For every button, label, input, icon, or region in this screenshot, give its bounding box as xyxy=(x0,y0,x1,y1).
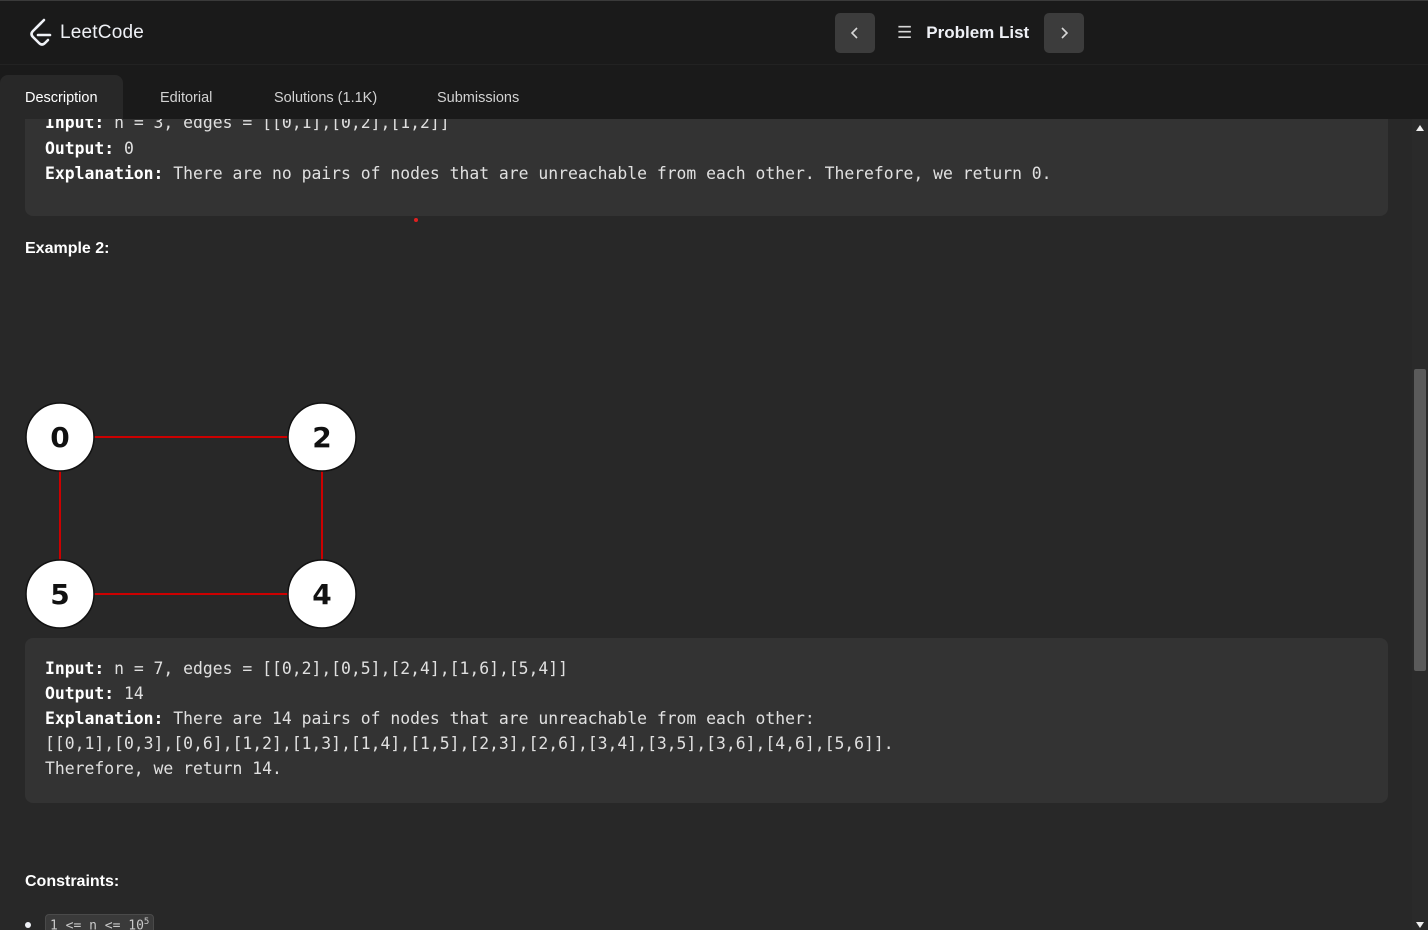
example-2-output-value: 14 xyxy=(114,684,144,703)
top-navigation-bar: LeetCode ☰ Problem List xyxy=(0,0,1428,64)
list-icon: ☰ xyxy=(897,23,913,42)
next-problem-button[interactable] xyxy=(1044,13,1084,53)
problem-tabs: Description Editorial Solutions (1.1K) S… xyxy=(0,64,1428,120)
constraint-text: 1 <= n <= 10 xyxy=(50,918,144,930)
tab-submissions[interactable]: Submissions xyxy=(412,75,544,120)
example-2-output-label: Output: xyxy=(45,684,115,703)
example-2-explanation-line-2: [[0,1],[0,3],[0,6],[1,2],[1,3],[1,4],[1,… xyxy=(45,734,894,753)
logo-text: LeetCode xyxy=(60,22,145,43)
tab-description[interactable]: Description xyxy=(0,75,123,120)
example-1-explanation-label: Explanation: xyxy=(45,164,164,183)
example-2-explanation-label: Explanation: xyxy=(45,709,164,728)
example-2-input-label: Input: xyxy=(45,659,105,678)
problem-list-button[interactable]: ☰ Problem List xyxy=(897,13,1029,53)
example-1-input-label: Input: xyxy=(45,119,105,132)
example-1-box: Input: n = 3, edges = [[0,1],[0,2],[1,2]… xyxy=(25,119,1388,216)
constraints-heading: Constraints: xyxy=(25,873,120,890)
example-2-heading: Example 2: xyxy=(25,240,110,257)
graph-node-label: 2 xyxy=(312,421,331,454)
example-2-explanation-value: There are 14 pairs of nodes that are unr… xyxy=(163,709,815,728)
example-1-explanation-value: There are no pairs of nodes that are unr… xyxy=(163,164,1052,183)
example-2-explanation-line-3: Therefore, we return 14. xyxy=(45,759,282,778)
example-1-output-label: Output: xyxy=(45,139,115,158)
leetcode-logo-icon xyxy=(30,18,52,46)
graph-node-5: 5 xyxy=(25,559,95,629)
graph-node-4: 4 xyxy=(287,559,357,629)
example-2-input-value: n = 7, edges = [[0,2],[0,5],[2,4],[1,6],… xyxy=(104,659,569,678)
tab-solutions[interactable]: Solutions (1.1K) xyxy=(249,75,402,120)
previous-problem-button[interactable] xyxy=(835,13,875,53)
graph-node-label: 4 xyxy=(312,578,331,611)
constraint-exponent: 5 xyxy=(143,917,150,927)
leetcode-logo[interactable]: LeetCode xyxy=(28,17,144,49)
example-2-box: Input: n = 7, edges = [[0,2],[0,5],[2,4]… xyxy=(25,638,1388,803)
example-2-graph: 0254316 xyxy=(25,402,357,629)
constraint-code: 1 <= n <= 105 xyxy=(45,914,155,930)
graph-node-0: 0 xyxy=(25,402,95,472)
graph-node-label: 0 xyxy=(50,421,69,454)
cursor-dot xyxy=(414,218,418,222)
constraint-item: 1 <= n <= 105 xyxy=(25,914,155,930)
tab-editorial[interactable]: Editorial xyxy=(135,75,237,120)
scroll-up-arrow-icon[interactable] xyxy=(1416,125,1424,131)
graph-node-label: 5 xyxy=(50,578,69,611)
example-1-output-value: 0 xyxy=(114,139,134,158)
chevron-left-icon xyxy=(850,27,858,39)
scroll-down-arrow-icon[interactable] xyxy=(1416,922,1424,928)
problem-list-label: Problem List xyxy=(926,23,1030,42)
chevron-right-icon xyxy=(1061,27,1069,39)
scrollbar-thumb[interactable] xyxy=(1414,369,1426,671)
scrollbar[interactable] xyxy=(1412,119,1428,930)
graph-node-2: 2 xyxy=(287,402,357,472)
example-1-input-value: n = 3, edges = [[0,1],[0,2],[1,2]] xyxy=(104,119,450,132)
bullet xyxy=(25,922,31,929)
problem-description: Input: n = 3, edges = [[0,1],[0,2],[1,2]… xyxy=(0,119,1412,930)
